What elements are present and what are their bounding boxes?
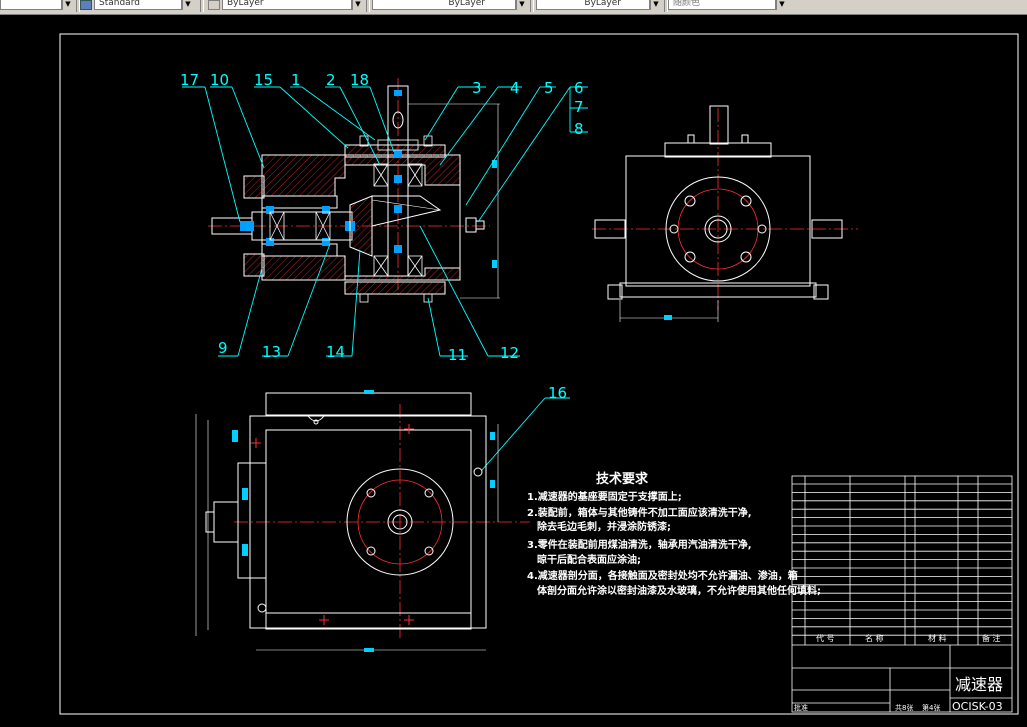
tech-req-line: 晾干后配合表面应涂油; (537, 553, 641, 566)
part-label-10: 10 (210, 71, 229, 89)
toolbar-separator (530, 0, 534, 12)
chevron-down-icon[interactable]: ▼ (516, 0, 527, 10)
part-label-18: 18 (350, 71, 369, 89)
drawing-title: 减速器 (955, 675, 1003, 694)
part-label-4: 4 (510, 79, 520, 97)
tech-req-line: 1.减速器的基座要固定于支撑面上; (527, 490, 682, 503)
tech-req-title: 技术要求 (596, 471, 649, 487)
part-label-8: 8 (574, 120, 584, 138)
tech-req-line: 3.零件在装配前用煤油清洗，轴承用汽油清洗干净, (527, 538, 752, 551)
side-view (592, 105, 858, 322)
chevron-down-icon[interactable]: ▼ (182, 0, 193, 10)
part-label-3: 3 (472, 79, 482, 97)
linetype-combo[interactable]: ByLayer (372, 0, 516, 10)
part-label-2: 2 (326, 71, 336, 89)
color-swatch-icon[interactable] (208, 0, 220, 10)
drawing-canvas[interactable]: 17 10 15 1 2 18 3 4 5 6 7 8 9 13 14 11 1… (0, 15, 1027, 727)
drawing-code: OCISK-03 (952, 700, 1003, 713)
part-label-9: 9 (218, 339, 228, 357)
approve-label: 批准 (794, 703, 808, 712)
part-label-6: 6 (574, 79, 584, 97)
bom-col-name: 名 称 (865, 633, 884, 643)
part-label-5: 5 (544, 79, 554, 97)
layer-color-combo[interactable]: ByLayer (222, 0, 352, 10)
plot-style-combo[interactable]: 随颜色 (668, 0, 776, 10)
sheet-total: 共8张 (895, 703, 913, 712)
part-label-14: 14 (326, 343, 345, 361)
named-view-combo[interactable] (0, 0, 62, 10)
part-label-7: 7 (574, 98, 584, 116)
top-view (195, 390, 530, 652)
part-label-1: 1 (291, 71, 301, 89)
text-style-icon[interactable] (80, 0, 92, 10)
part-label-15: 15 (254, 71, 273, 89)
part-label-16: 16 (548, 384, 567, 402)
toolbar-separator (366, 0, 370, 12)
part-label-13: 13 (262, 343, 281, 361)
bom-col-material: 材 料 (928, 633, 947, 643)
technical-requirements: 技术要求 1.减速器的基座要固定于支撑面上; 2.装配前，箱体与其他铸件不加工面… (527, 471, 821, 597)
bom-col-code: 代 号 (816, 633, 835, 643)
tech-req-line: 除去毛边毛刺，并浸涂防锈漆; (537, 520, 671, 533)
tech-req-line: 4.减速器剖分面，各接触面及密封处均不允许漏油、渗油，箱 (527, 569, 798, 582)
part-number-labels: 17 10 15 1 2 18 3 4 5 6 7 8 9 13 14 11 1… (180, 71, 584, 402)
chevron-down-icon[interactable]: ▼ (650, 0, 661, 10)
front-section-view (208, 78, 500, 303)
chevron-down-icon[interactable]: ▼ (62, 0, 73, 10)
part-label-12: 12 (500, 344, 519, 362)
chevron-down-icon[interactable]: ▼ (776, 0, 787, 10)
sheet-number: 第4张 (922, 703, 940, 712)
tech-req-line: 2.装配前，箱体与其他铸件不加工面应该清洗干净, (527, 506, 752, 519)
drawing-frame (59, 33, 1019, 715)
part-label-17: 17 (180, 71, 199, 89)
lineweight-combo[interactable]: ByLayer (536, 0, 650, 10)
text-style-combo[interactable]: Standard (94, 0, 182, 10)
toolbar-separator (200, 0, 204, 12)
properties-toolbar: ▼ Standard ▼ ByLayer ▼ ByLayer ▼ ByLayer… (0, 0, 1027, 15)
bom-col-note: 备 注 (982, 633, 1001, 643)
part-label-11: 11 (448, 346, 467, 364)
tech-req-line: 体剖分面允许涂以密封油漆及水玻璃，不允许使用其他任何填料; (537, 584, 821, 597)
chevron-down-icon[interactable]: ▼ (352, 0, 363, 10)
